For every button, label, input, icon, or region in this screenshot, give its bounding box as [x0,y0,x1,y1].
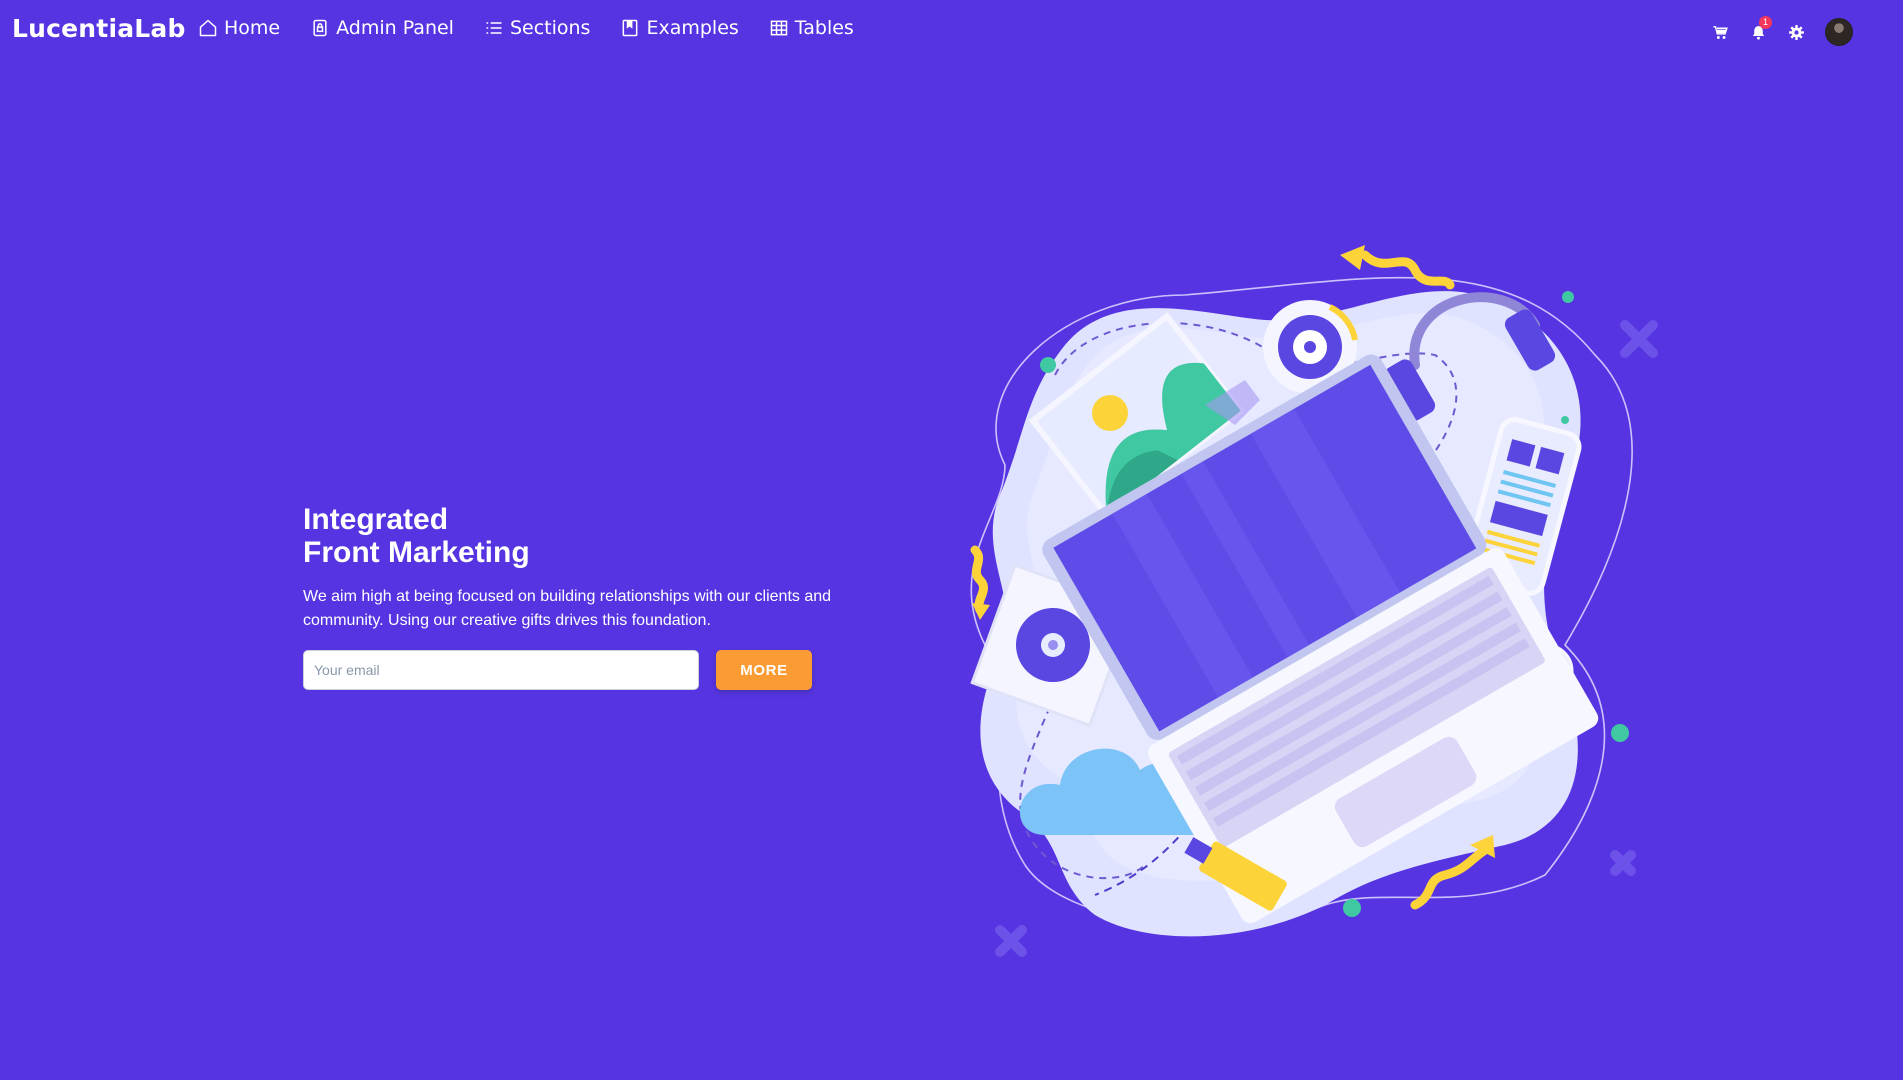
nav-item-label: Admin Panel [336,17,454,39]
cart-button[interactable] [1711,23,1729,41]
hero-description: We aim high at being focused on building… [303,588,832,629]
nav-item-admin-panel[interactable]: Admin Panel [310,17,454,39]
hero-title-line-1: Integrated [303,503,449,536]
notifications-button[interactable]: 1 [1749,16,1772,41]
hero-title: Integrated Front Marketing [303,503,530,569]
nav-item-home[interactable]: Home [198,17,280,39]
nav-item-sections[interactable]: Sections [484,17,591,39]
brand-logo[interactable]: LucentiaLab [12,14,186,43]
nav-actions: 1 [1711,16,1853,46]
laptop-illustration [970,245,1658,957]
home-icon [199,19,217,37]
nav-item-label: Sections [509,17,591,39]
more-button[interactable]: MORE [716,650,812,690]
table-icon [770,20,788,36]
nav-menu: Home Admin Panel Sections Examples Table… [198,17,854,39]
nav-item-tables[interactable]: Tables [769,17,854,39]
book-icon [623,19,638,37]
nav-item-label: Tables [794,17,854,39]
nav-item-examples[interactable]: Examples [620,17,739,39]
gear-icon [1788,24,1804,40]
hero-title-line-2: Front Marketing [303,536,530,569]
list-icon [486,22,502,34]
top-navbar: LucentiaLab Home Admin Panel Sections Ex… [0,0,1903,62]
nav-item-label: Examples [646,17,739,39]
lock-icon [313,19,327,37]
settings-button[interactable] [1787,23,1805,41]
avatar[interactable] [1825,18,1853,46]
cart-icon [1712,25,1728,39]
nav-item-label: Home [224,17,281,39]
notification-badge: 1 [1759,16,1772,29]
email-input[interactable] [303,650,699,690]
